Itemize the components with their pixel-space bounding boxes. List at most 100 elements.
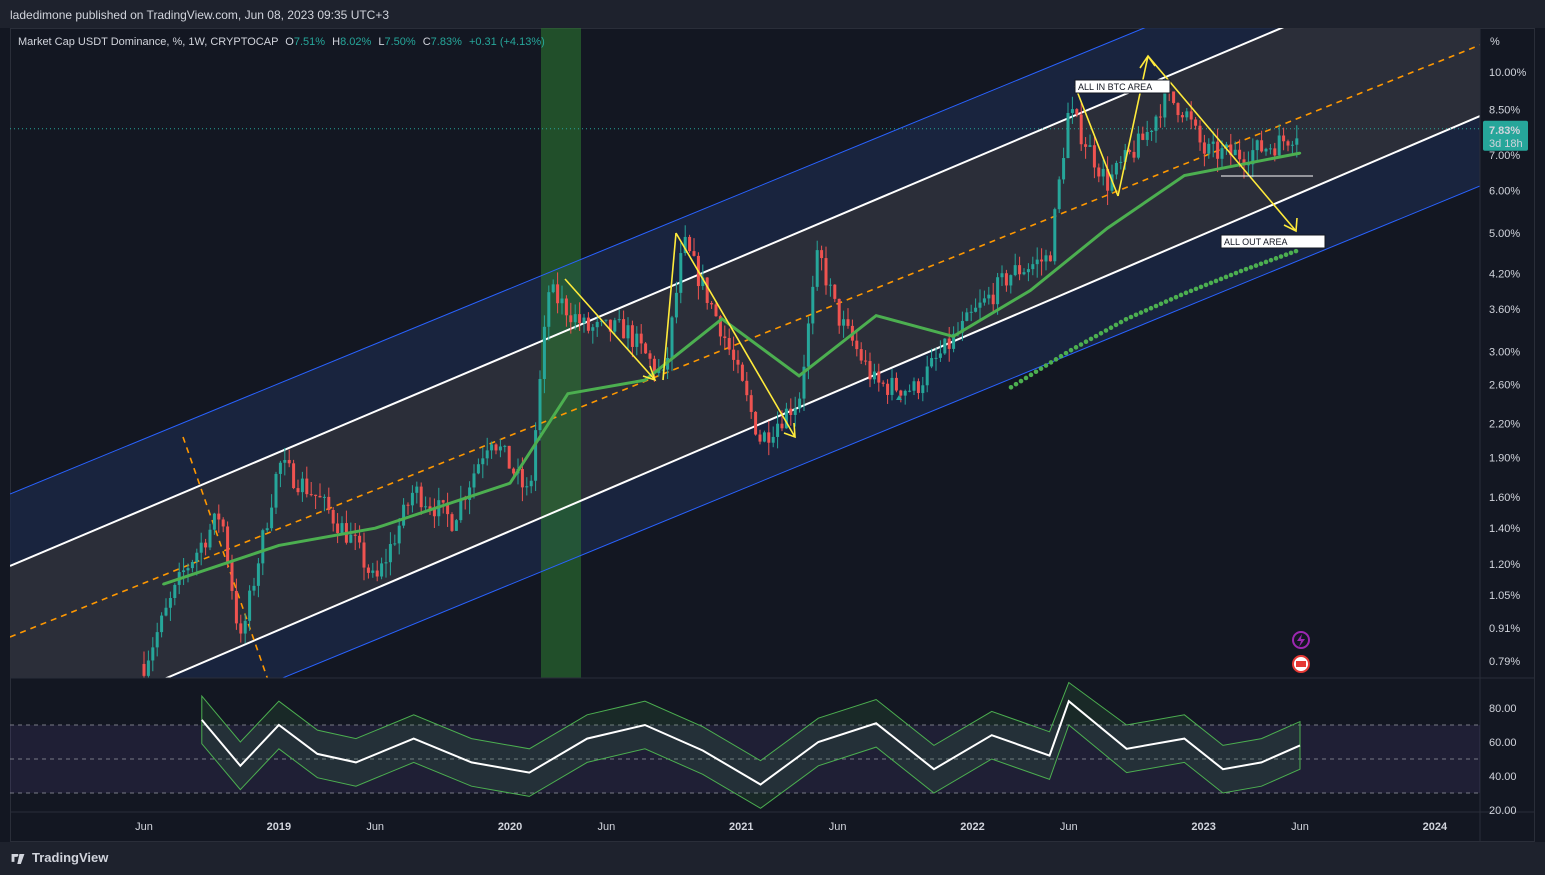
support-dot	[1083, 339, 1089, 345]
ma-point	[162, 582, 165, 586]
support-dot	[1263, 259, 1269, 265]
candle-up	[283, 459, 287, 463]
candle-down	[287, 459, 291, 464]
ma-point	[1029, 289, 1032, 292]
candle-down	[639, 333, 643, 344]
support-dot	[1043, 363, 1049, 368]
candle-down	[740, 364, 744, 381]
bottom-bar	[0, 842, 1545, 875]
time-axis-tick: Jun	[1060, 821, 1078, 833]
candle-up	[1207, 143, 1211, 154]
candle-up	[617, 319, 621, 321]
candle-up	[815, 250, 819, 287]
price-axis-tick: 1.40%	[1489, 523, 1520, 535]
candle-up	[635, 333, 639, 347]
candle-down	[142, 663, 146, 676]
rsi-axis-tick: 60.00	[1489, 737, 1517, 749]
candle-up	[278, 462, 282, 474]
candle-down	[745, 380, 749, 396]
support-dot	[1008, 384, 1014, 390]
candle-down	[221, 519, 225, 527]
candle-down	[705, 277, 709, 303]
candle-down	[1202, 142, 1206, 154]
candle-up	[1000, 273, 1004, 278]
time-axis-tick: Jun	[598, 821, 616, 833]
candle-down	[1158, 116, 1162, 118]
candle-up	[503, 445, 507, 447]
candle-down	[714, 304, 718, 317]
change-value: +0.31 (+4.13%)	[468, 36, 545, 48]
candle-down	[644, 343, 648, 354]
candle-down	[1079, 114, 1083, 145]
time-axis-tick: Jun	[135, 821, 153, 833]
support-dot	[1148, 305, 1154, 311]
support-dot	[1208, 280, 1214, 286]
candle-up	[415, 486, 419, 493]
price-axis-tick: 7.00%	[1489, 150, 1520, 162]
ma-point	[643, 378, 647, 382]
candle-down	[314, 494, 318, 496]
brand-label: TradingView	[32, 850, 109, 865]
candle-up	[256, 563, 260, 586]
candle-up	[674, 292, 678, 318]
support-dot	[1248, 265, 1254, 270]
candle-down	[837, 298, 841, 326]
candle-up	[969, 311, 973, 313]
candle-up	[679, 253, 683, 293]
price-axis-tick: 8.50%	[1489, 105, 1520, 117]
candle-down	[1004, 273, 1008, 286]
candle-down	[688, 236, 692, 252]
candle-up	[490, 444, 494, 451]
candle-down	[877, 371, 881, 383]
candle-down	[406, 504, 410, 506]
candle-up	[1035, 259, 1039, 265]
candle-down	[1040, 259, 1044, 262]
candle-down	[991, 294, 995, 305]
candle-down	[1194, 119, 1198, 126]
support-dot	[1293, 248, 1299, 254]
support-dot	[1053, 357, 1059, 362]
price-axis-tick: 3.00%	[1489, 346, 1520, 358]
candle-up	[771, 436, 775, 443]
candle-down	[1260, 140, 1264, 152]
tradingview-brand[interactable]: TradingView	[10, 850, 108, 865]
candle-down	[1273, 148, 1277, 156]
candle-up	[1022, 272, 1026, 275]
candle-up	[613, 320, 617, 332]
candle-up	[842, 319, 846, 326]
candle-up	[776, 423, 780, 437]
ma-point	[1298, 151, 1302, 155]
candle-down	[899, 390, 903, 396]
candle-down	[727, 338, 731, 350]
chart-canvas[interactable]: ALL IN BTC AREA ALL OUT AREA% 10.00% 8.50% 7…	[0, 0, 1545, 875]
candle-up	[943, 338, 947, 354]
candle-up	[798, 398, 802, 409]
candle-up	[938, 353, 942, 358]
price-axis-unit: %	[1490, 36, 1500, 48]
candle-up	[996, 277, 1000, 305]
candle-up	[930, 358, 934, 367]
support-dot	[1068, 347, 1074, 353]
candle-up	[934, 357, 938, 359]
candle-down	[648, 353, 652, 359]
candle-up	[1114, 162, 1118, 175]
candle-up	[186, 568, 190, 571]
candle-up	[538, 378, 542, 431]
support-dot	[1238, 268, 1244, 274]
candle-down	[1180, 115, 1184, 118]
candle-up	[573, 314, 577, 323]
candle-up	[155, 632, 159, 648]
candle-down	[758, 434, 762, 442]
candle-up	[1150, 130, 1154, 132]
price-axis-tick: 1.05%	[1489, 590, 1520, 602]
symbol-name[interactable]: Market Cap USDT Dominance, %, 1W, CRYPTO…	[18, 36, 278, 48]
candle-up	[485, 450, 489, 459]
candle-up	[547, 292, 551, 327]
tradingview-logo-icon	[11, 853, 25, 864]
support-dot	[1088, 336, 1094, 342]
rsi-axis-tick: 40.00	[1489, 771, 1517, 783]
candle-up	[978, 302, 982, 308]
candle-down	[556, 284, 560, 304]
time-axis-tick: Jun	[1291, 821, 1309, 833]
ma-point	[508, 481, 512, 485]
